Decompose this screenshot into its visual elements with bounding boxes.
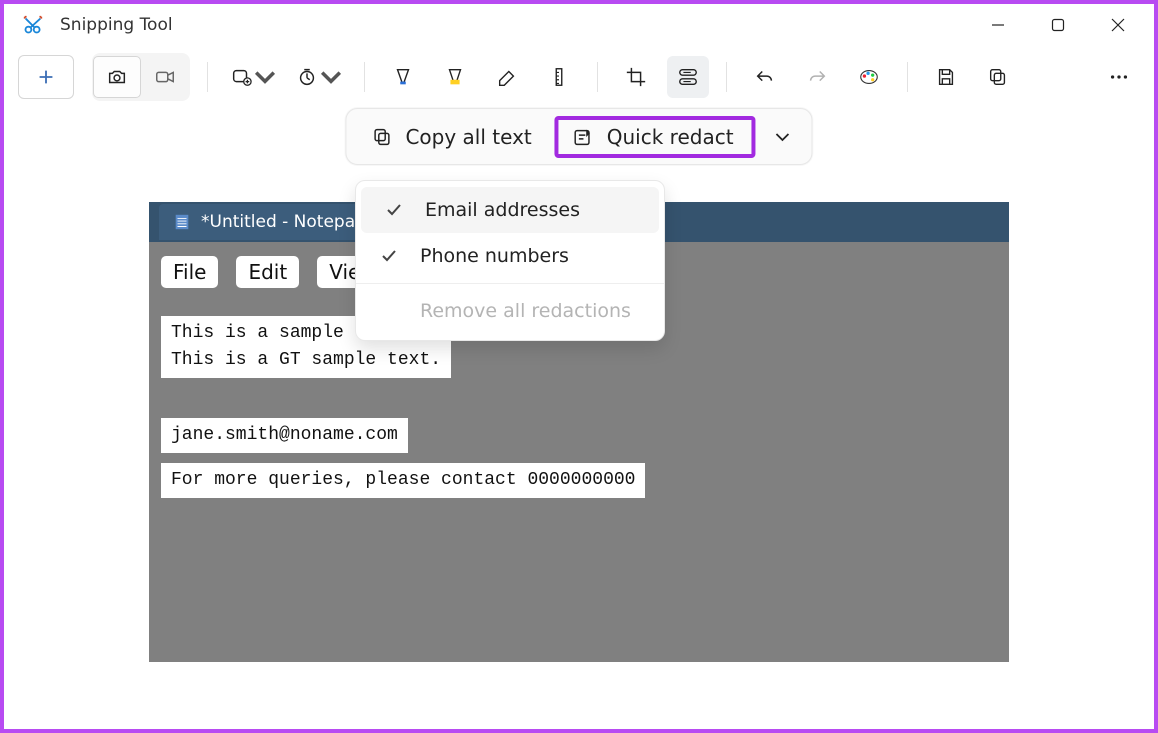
notepad-tab: *Untitled - Notepad [159,204,380,240]
screenshot-mode-button[interactable] [93,56,141,98]
eraser-tool-button[interactable] [486,56,528,98]
quick-redact-button[interactable]: Quick redact [555,116,756,158]
capture-mode-toggle [92,53,190,101]
chevron-down-icon [254,66,276,88]
separator [364,62,365,92]
separator [597,62,598,92]
check-icon [380,247,398,265]
notepad-email-text: jane.smith@noname.com [161,418,408,453]
copy-button[interactable] [977,56,1019,98]
new-snip-button[interactable] [18,55,74,99]
remove-all-redactions-item[interactable]: Remove all redactions [356,288,664,334]
quick-redact-menu-toggle[interactable] [764,118,802,156]
minimize-button[interactable] [968,4,1028,46]
notepad-contact-text: For more queries, please contact 0000000… [161,463,645,498]
redact-emails-label: Email addresses [425,199,580,221]
copy-all-text-button[interactable]: Copy all text [356,116,546,158]
menu-separator [356,283,664,284]
redact-phones-label: Phone numbers [420,245,569,267]
edit-in-paint-button[interactable] [848,56,890,98]
text-actions-pill: Copy all text Quick redact [345,108,812,165]
check-icon [385,201,403,219]
notepad-icon [173,213,191,231]
separator [907,62,908,92]
notepad-tab-title: *Untitled - Notepad [201,212,366,232]
undo-button[interactable] [744,56,786,98]
separator [207,62,208,92]
notepad-menu-file: File [161,256,218,288]
delay-dropdown[interactable] [291,56,347,98]
copy-icon [371,126,393,148]
ruler-tool-button[interactable] [538,56,580,98]
toolbar [4,46,1154,108]
separator [726,62,727,92]
video-mode-button[interactable] [141,56,189,98]
text-actions-button[interactable] [667,56,709,98]
redact-emails-item[interactable]: Email addresses [361,187,659,233]
highlighter-tool-button[interactable] [434,56,476,98]
app-title: Snipping Tool [60,15,968,35]
notepad-menu-edit: Edit [236,256,299,288]
quick-redact-dropdown: Email addresses Phone numbers Remove all… [355,180,665,341]
maximize-button[interactable] [1028,4,1088,46]
snip-shape-dropdown[interactable] [225,56,281,98]
save-button[interactable] [925,56,967,98]
quick-redact-label: Quick redact [607,125,734,149]
crop-button[interactable] [615,56,657,98]
redact-icon [573,126,595,148]
remove-all-redactions-label: Remove all redactions [420,300,631,322]
snipping-tool-icon [22,14,44,36]
redact-phones-item[interactable]: Phone numbers [356,233,664,279]
more-options-button[interactable] [1098,56,1140,98]
redo-button[interactable] [796,56,838,98]
titlebar: Snipping Tool [4,4,1154,46]
chevron-down-icon [775,129,791,145]
chevron-down-icon [320,66,342,88]
pen-tool-button[interactable] [382,56,424,98]
close-button[interactable] [1088,4,1148,46]
copy-all-text-label: Copy all text [405,125,531,149]
